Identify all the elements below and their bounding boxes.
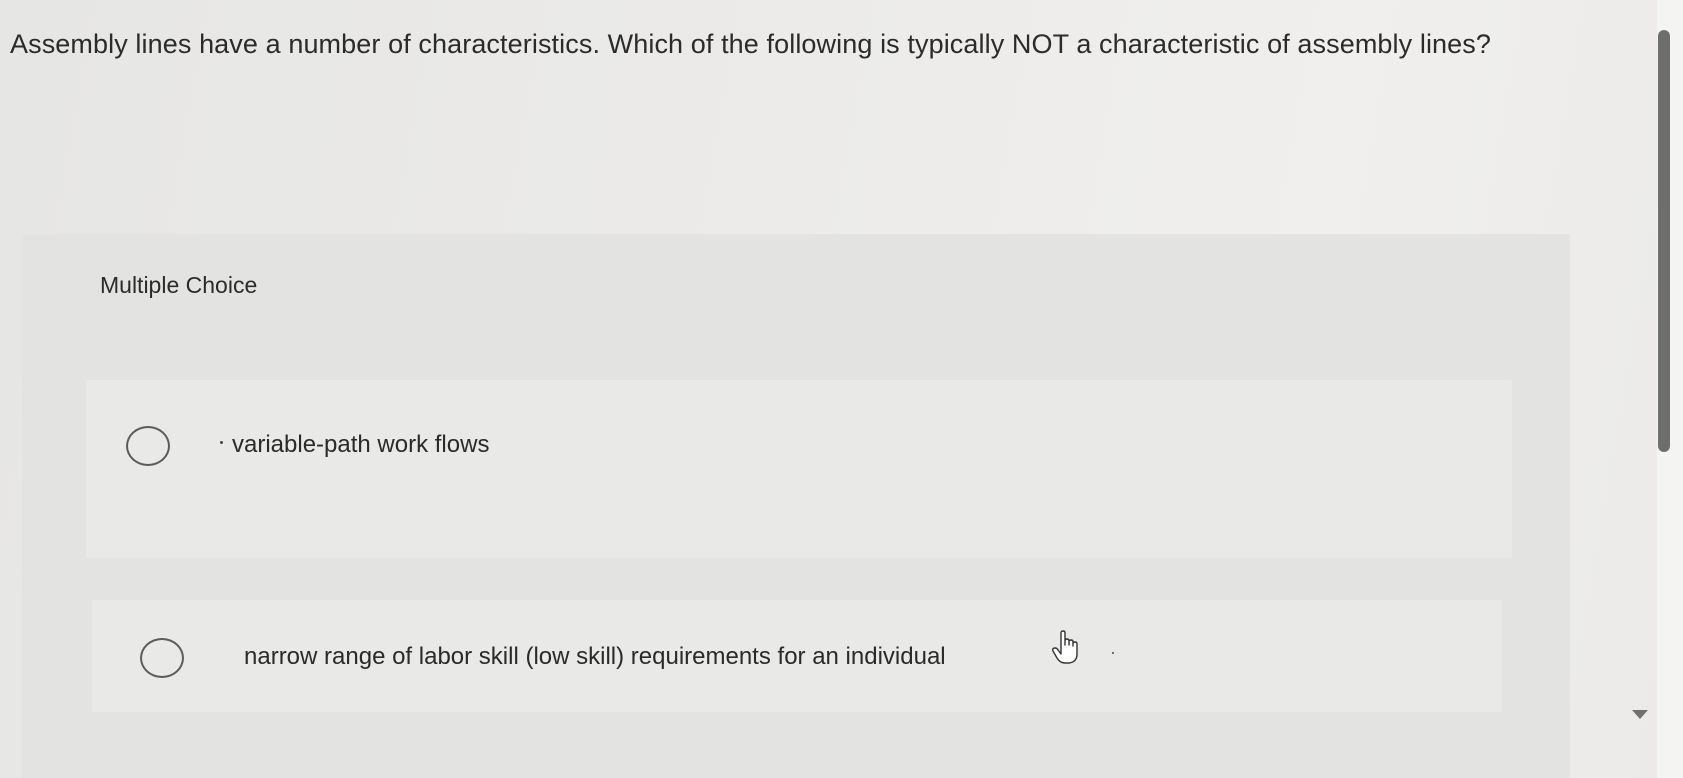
radio-unchecked-icon[interactable] bbox=[140, 638, 184, 678]
screen-speck bbox=[220, 441, 223, 444]
multiple-choice-label: Multiple Choice bbox=[100, 272, 258, 298]
radio-unchecked-icon[interactable] bbox=[126, 426, 170, 466]
question-text: Assembly lines have a number of characte… bbox=[10, 29, 1491, 59]
answer-option-1-text[interactable]: variable-path work flows bbox=[232, 430, 489, 460]
screen-speck bbox=[1112, 652, 1114, 654]
triangle-down-icon[interactable] bbox=[1632, 710, 1648, 719]
scrollbar-thumb[interactable] bbox=[1658, 30, 1670, 452]
hand-pointer-icon bbox=[1052, 630, 1078, 664]
answer-option-2[interactable]: narrow range of labor skill (low skill) … bbox=[92, 600, 1502, 712]
answer-option-1[interactable]: variable-path work flows bbox=[86, 380, 1512, 558]
answer-option-2-text[interactable]: narrow range of labor skill (low skill) … bbox=[244, 642, 946, 672]
